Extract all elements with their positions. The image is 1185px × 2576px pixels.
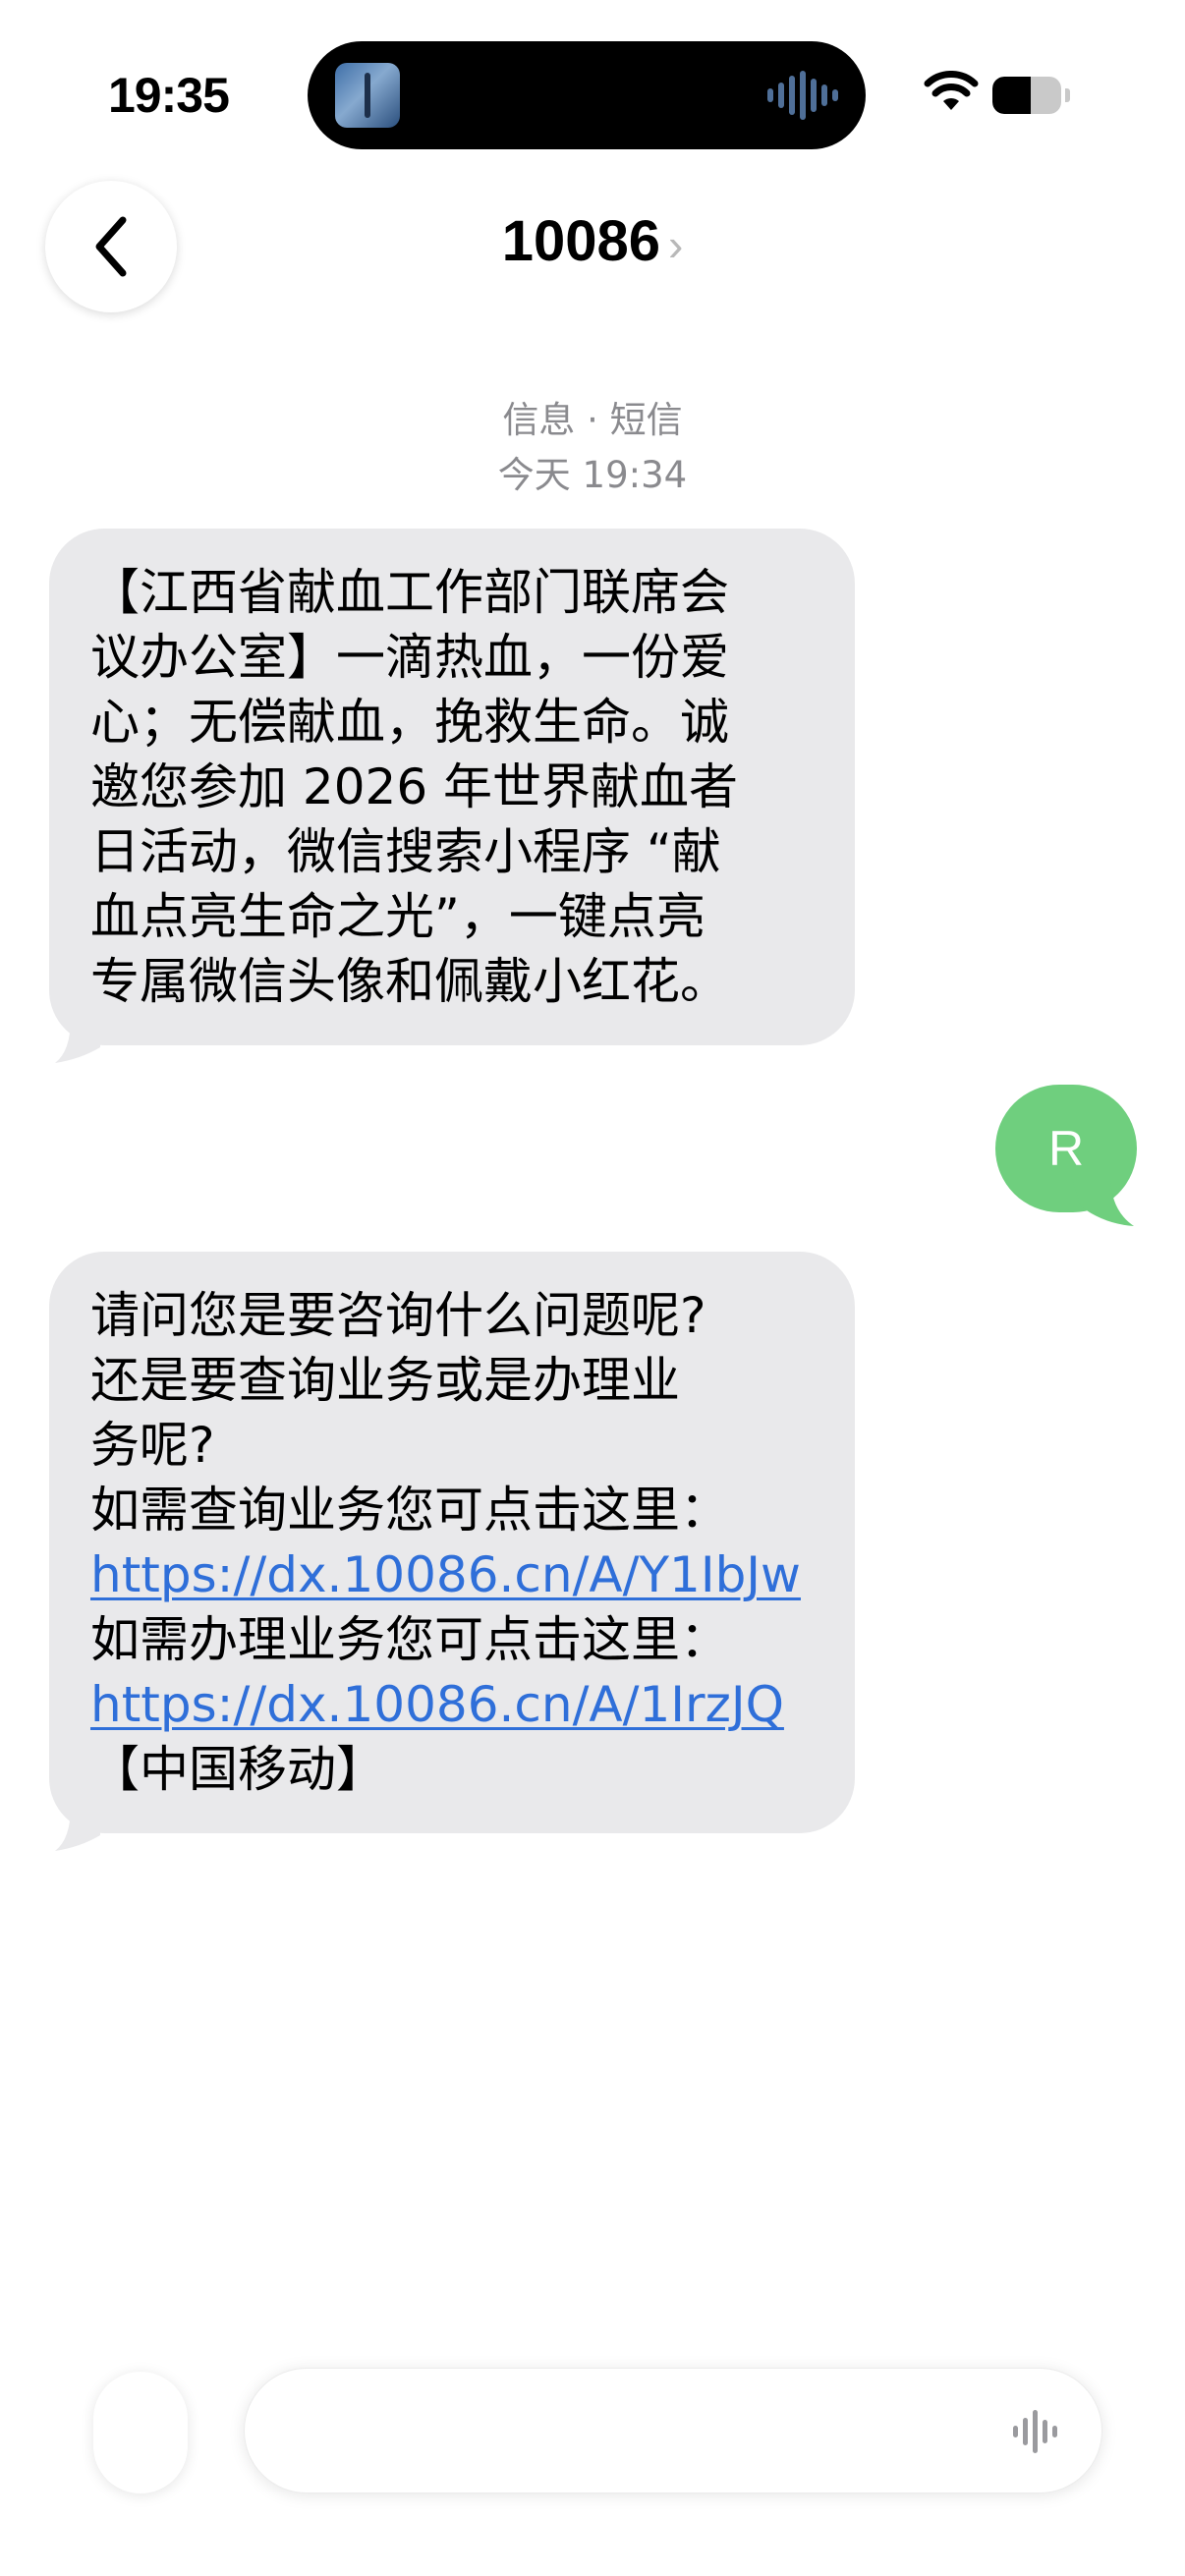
message-line: 邀您参加 2026 年世界献血者: [90, 758, 739, 815]
status-bar: 19:35: [0, 0, 1185, 187]
message-line: 【江西省献血工作部门联席会: [90, 564, 729, 621]
bubble-tail: [55, 1018, 100, 1063]
message-line: 日活动，微信搜索小程序 “献: [90, 823, 721, 880]
chevron-right-icon: ›: [667, 219, 684, 270]
incoming-message-bubble[interactable]: 请问您是要咨询什么问题呢? 还是要查询业务或是办理业 务呢? 如需查询业务您可点…: [49, 1252, 855, 1851]
waveform-icon[interactable]: [1009, 2408, 1068, 2455]
contact-name: 10086: [501, 209, 660, 273]
contact-title[interactable]: 10086 ›: [295, 208, 890, 274]
message-line: 还是要查询业务或是办理业: [90, 1352, 680, 1409]
avatar-letter: R: [1047, 1121, 1085, 1176]
query-service-link[interactable]: https://dx.10086.cn/A/Y1IbJw: [90, 1542, 816, 1607]
back-button[interactable]: [45, 181, 177, 312]
message-line: 务呢?: [90, 1417, 215, 1474]
message-line: 血点亮生命之光”，一键点亮: [90, 888, 705, 945]
message-input[interactable]: [244, 2368, 1102, 2493]
bubble-tail: [1071, 1175, 1134, 1226]
bubble-tail: [55, 1806, 100, 1851]
status-time: 19:35: [108, 68, 230, 123]
now-playing-artwork: [335, 63, 400, 128]
message-line: 议办公室】一滴热血，一份爱: [90, 629, 729, 686]
message-signature: 【中国移动】: [90, 1741, 385, 1798]
dynamic-island[interactable]: [308, 41, 866, 149]
message-line: 心；无偿献血，挽救生命。诚: [90, 694, 729, 751]
wifi-icon: [924, 71, 979, 110]
message-line: 请问您是要咨询什么问题呢?: [90, 1287, 706, 1344]
message-line: 如需办理业务您可点击这里：: [90, 1611, 729, 1668]
message-line: 专属微信头像和佩戴小红花。: [90, 953, 729, 1010]
chevron-left-icon: [95, 216, 127, 277]
message-service-label: 信息 · 短信: [502, 399, 683, 441]
thread-meta: 信息 · 短信 今天 19:34: [0, 393, 1185, 503]
handle-service-link[interactable]: https://dx.10086.cn/A/1IrzJQ: [90, 1672, 816, 1737]
message-line: 如需查询业务您可点击这里：: [90, 1482, 729, 1539]
battery-icon: [992, 77, 1071, 114]
audio-waveform-icon: [767, 71, 838, 120]
plus-button[interactable]: [93, 2372, 188, 2493]
incoming-message-bubble[interactable]: 【江西省献血工作部门联席会 议办公室】一滴热血，一份爱 心；无偿献血，挽救生命。…: [49, 529, 855, 1063]
message-timestamp: 今天 19:34: [497, 454, 688, 496]
